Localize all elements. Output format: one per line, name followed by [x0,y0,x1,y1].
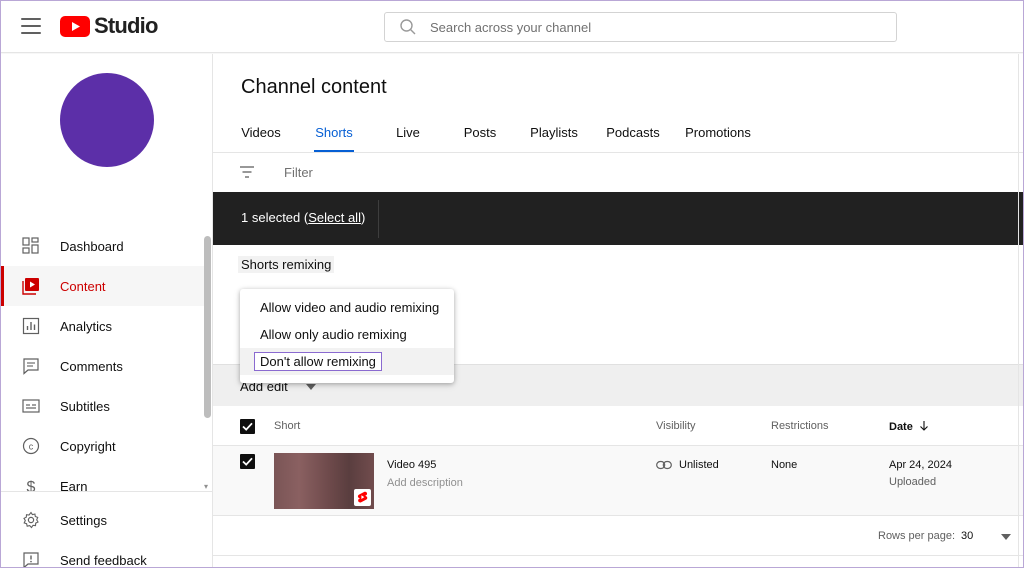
sidebar-item-comments[interactable]: Comments [0,346,205,386]
sidebar-item-label: Analytics [60,318,113,334]
chevron-down-icon[interactable] [306,384,316,390]
arrow-down-icon [919,421,928,431]
option-allow-audio-remixing[interactable]: Allow only audio remixing [240,321,454,348]
column-header-short: Short [274,420,301,432]
filter-icon[interactable] [239,164,255,180]
sidebar-item-label: Content [60,278,106,294]
svg-text:c: c [29,441,34,451]
selection-bar: 1 selected (Select all) [213,192,1024,245]
table-header: Short Visibility Restrictions Date [213,406,1024,446]
column-header-date[interactable]: Date [889,420,930,433]
video-thumbnail[interactable] [274,453,374,509]
tab-live[interactable]: Live [396,111,420,153]
copyright-icon: c [22,437,40,455]
pagination-footer: Rows per page: 30 [213,516,1024,556]
feedback-icon [23,552,39,568]
rows-per-page-label: Rows per page: [878,530,956,542]
dashboard-icon [22,237,39,254]
rows-per-page-select[interactable]: 30 [961,530,973,542]
hamburger-menu-icon[interactable] [19,15,43,37]
option-allow-video-audio-remixing[interactable]: Allow video and audio remixing [240,294,454,321]
sidebar-item-label: Copyright [60,438,116,454]
scroll-down-arrow-icon[interactable]: ▾ [204,482,208,491]
sidebar-scrollbar[interactable] [204,236,211,418]
content-tabs: Videos Shorts Live Posts Playlists Podca… [241,111,751,153]
top-header: Studio [0,0,1024,53]
sidebar-item-copyright[interactable]: c Copyright [0,426,205,466]
main-content: Channel content Videos Shorts Live Posts… [213,54,1024,568]
page-title: Channel content [241,76,387,98]
right-edge-line [1018,54,1019,568]
selection-bar-divider [378,200,379,238]
visibility-value: Unlisted [679,459,719,471]
sidebar-item-label: Send feedback [60,552,147,568]
shorts-remixing-label: Shorts remixing [238,256,335,273]
sidebar-item-settings[interactable]: Settings [0,500,205,540]
sidebar-item-analytics[interactable]: Analytics [0,306,205,346]
tab-posts[interactable]: Posts [464,111,497,153]
tab-podcasts[interactable]: Podcasts [606,111,659,153]
sidebar-item-subtitles[interactable]: Subtitles [0,386,205,426]
chevron-down-icon[interactable] [1001,534,1011,540]
sidebar-item-content[interactable]: Content [0,266,205,306]
sidebar-nav: Dashboard Content Analytics Comments Sub… [0,226,205,506]
sidebar-item-label: Comments [60,358,123,374]
filter-input[interactable]: Filter [284,165,313,180]
sidebar-item-label: Subtitles [60,398,110,414]
video-description[interactable]: Add description [387,477,463,489]
subtitles-icon [22,399,40,413]
shorts-badge [354,489,371,506]
sidebar-item-send-feedback[interactable]: Send feedback [0,540,205,568]
restrictions-value: None [771,459,798,471]
youtube-logo-icon [60,15,90,37]
tab-promotions[interactable]: Promotions [685,111,751,153]
column-header-restrictions[interactable]: Restrictions [771,420,828,432]
column-header-visibility[interactable]: Visibility [656,420,696,432]
shorts-icon [357,491,368,503]
search-box[interactable] [384,12,897,42]
visibility-cell[interactable]: Unlisted [656,459,719,471]
gear-icon [23,511,39,529]
content-icon [22,278,39,295]
filter-bar[interactable]: Filter [213,153,1024,192]
date-status: Uploaded [889,476,937,488]
analytics-icon [22,317,40,335]
checkmark-icon [242,422,253,431]
link-icon [656,460,672,470]
tab-shorts[interactable]: Shorts [314,111,354,153]
remixing-dropdown-menu: Allow video and audio remixing Allow onl… [240,289,454,383]
table-row[interactable]: Video 495 Add description Unlisted None … [213,446,1024,516]
tab-videos[interactable]: Videos [241,111,281,153]
channel-avatar[interactable] [60,73,154,167]
tab-playlists[interactable]: Playlists [530,111,578,153]
sidebar: Dashboard Content Analytics Comments Sub… [0,54,213,568]
select-all-checkbox[interactable] [240,419,255,434]
video-title[interactable]: Video 495 [387,459,436,471]
select-all-link[interactable]: Select all [308,210,361,225]
sidebar-item-label: Settings [60,512,107,528]
checkmark-icon [242,457,253,466]
row-checkbox[interactable] [240,454,255,469]
sidebar-item-label: Dashboard [60,238,124,254]
selection-count: 1 selected (Select all) [241,210,366,225]
search-input[interactable] [430,19,870,35]
sidebar-item-dashboard[interactable]: Dashboard [0,226,205,266]
date-value: Apr 24, 2024 [889,459,952,471]
comments-icon [23,358,39,375]
logo-text: Studio [94,13,158,38]
studio-logo[interactable]: Studio [60,13,158,38]
sidebar-bottom: Settings Send feedback [0,491,212,568]
option-dont-allow-remixing[interactable]: Don't allow remixing [240,348,454,375]
search-icon [400,19,416,35]
